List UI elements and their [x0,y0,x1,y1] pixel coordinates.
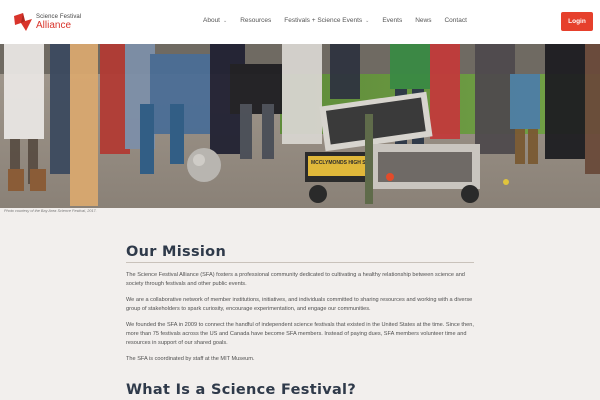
login-button[interactable]: Login [561,12,593,31]
nav-label: Resources [240,17,272,24]
nav-item-news[interactable]: News [415,17,431,24]
nav-label: Events [382,17,403,24]
nav-label: News [415,17,432,24]
mission-section: Our Mission The Science Festival Allianc… [126,243,474,371]
main-nav: About ⌄ Resources Festivals + Science Ev… [203,17,480,24]
section-divider [126,262,474,263]
nav-item-events[interactable]: Events [382,17,402,24]
nav-label: About [203,17,220,24]
mission-paragraph: We founded the SFA in 2009 to connect th… [126,322,474,346]
logo-text-line2: Alliance [36,19,72,31]
mission-paragraph: The SFA is coordinated by staff at the M… [126,356,255,362]
site-header: Science Festival Alliance About ⌄ Resour… [0,0,600,44]
nav-item-contact[interactable]: Contact [444,17,466,24]
nav-item-festivals[interactable]: Festivals + Science Events ⌄ [284,17,369,24]
what-is-a-science-festival-title: What Is a Science Festival? [126,382,357,398]
nav-label: Contact [444,17,467,24]
chevron-down-icon: ⌄ [223,17,228,24]
mission-title: Our Mission [126,244,227,260]
mission-paragraph: We are a collaborative network of member… [126,297,473,312]
nav-item-resources[interactable]: Resources [240,17,271,24]
hero-photo-caption: Photo courtesy of the Bay Area Science F… [4,209,97,213]
chevron-down-icon: ⌄ [365,17,370,24]
nav-item-about[interactable]: About ⌄ [203,17,227,24]
nav-label: Festivals + Science Events [284,17,363,24]
mission-paragraph: The Science Festival Alliance (SFA) fost… [126,272,465,287]
site-logo[interactable]: Science Festival Alliance [12,10,81,34]
sfa-logo-icon [14,13,32,31]
hero-image: MCCLYMONDS HIGH SCHOOL ROBOTICS TEAM [0,44,600,208]
logo-text-line1: Science Festival [36,13,82,20]
